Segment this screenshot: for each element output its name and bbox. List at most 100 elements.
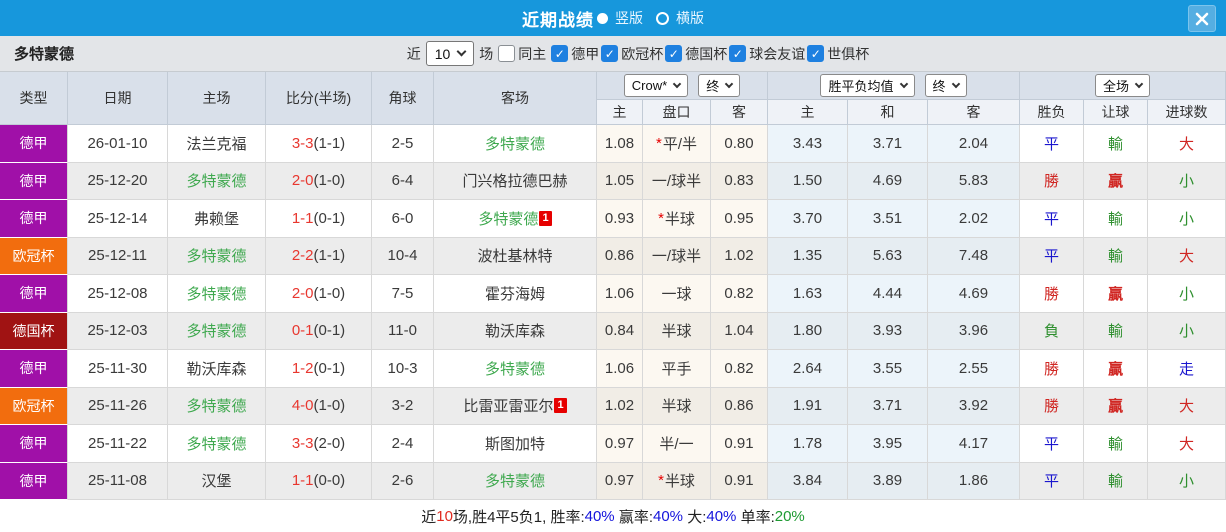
odds-away: 0.80: [711, 125, 768, 163]
checkbox-checked-icon: [551, 45, 569, 62]
odds-company-time-select[interactable]: 终: [698, 74, 741, 97]
avg-win: 3.70: [768, 200, 848, 238]
star-icon: *: [658, 472, 664, 490]
filter-league-德国杯[interactable]: 德国杯: [665, 44, 727, 64]
radio-vertical-layout[interactable]: [597, 12, 608, 24]
match-date: 25-12-03: [68, 312, 168, 350]
filter-league-欧冠杯[interactable]: 欧冠杯: [601, 44, 663, 64]
team-name: 多特蒙德: [186, 173, 247, 191]
league-filter-label: 德国杯: [685, 45, 728, 62]
home-team: 多特蒙德: [168, 162, 266, 200]
team-name: 门兴格拉德巴赫: [462, 173, 568, 191]
league-badge: 德甲: [0, 162, 68, 200]
half-time-score: (1-0): [313, 172, 346, 190]
league-badge: 欧冠杯: [0, 387, 68, 425]
subcol-avg-lose: 客: [928, 100, 1020, 125]
near-label: 近: [406, 45, 421, 62]
league-filter-label: 球会友谊: [749, 45, 806, 62]
match-date: 25-11-26: [68, 387, 168, 425]
home-team: 多特蒙德: [168, 425, 266, 463]
handicap: * 半球: [643, 200, 711, 238]
avg-draw: 5.63: [848, 237, 928, 275]
table-row: 德甲 25-12-20 多特蒙德 2-0 (1-0) 6-4 门兴格拉德巴赫 1.05 一/球半…: [0, 162, 1226, 200]
chevron-down-icon: [724, 79, 734, 88]
avg-lose: 2.55: [928, 350, 1020, 388]
half-time-score: (1-1): [313, 247, 346, 265]
filter-league-球会友谊[interactable]: 球会友谊: [729, 44, 805, 64]
filter-league-世俱杯[interactable]: 世俱杯: [807, 44, 869, 64]
result-handicap: 輸: [1084, 425, 1148, 463]
result-handicap: 贏: [1084, 387, 1148, 425]
avg-win: 2.64: [768, 350, 848, 388]
close-button[interactable]: [1188, 5, 1216, 32]
match-date: 25-12-08: [68, 275, 168, 313]
scope-select[interactable]: 全场: [1094, 74, 1150, 97]
score: 0-1 (0-1): [266, 312, 372, 350]
result-goals: 大: [1148, 425, 1226, 463]
team-name: 多特蒙德: [484, 135, 545, 153]
chevron-down-icon: [951, 79, 960, 88]
odds-company-select[interactable]: Crow*: [623, 74, 689, 97]
handicap: 一球: [643, 275, 711, 313]
summary-segment: 10: [436, 507, 453, 525]
team-name: 波杜基林特: [477, 248, 553, 266]
match-date: 25-11-30: [68, 350, 168, 388]
result-goals: 小: [1148, 200, 1226, 238]
handicap: * 半球: [643, 462, 711, 500]
odds-company-group: Crow* 终: [597, 72, 768, 100]
filter-bar: 多特蒙德 近 10 场 同主 德甲 欧冠杯 德国杯 球会友谊 世俱杯: [0, 36, 1226, 72]
result-handicap: 贏: [1084, 275, 1148, 313]
score: 4-0 (1-0): [266, 387, 372, 425]
match-count-select[interactable]: 10: [425, 41, 475, 66]
result-outcome: 勝: [1020, 162, 1084, 200]
league-badge: 德甲: [0, 425, 68, 463]
page-title: 近期战绩: [522, 10, 594, 30]
avg-lose: 4.17: [928, 425, 1020, 463]
handicap: * 平/半: [643, 125, 711, 163]
avg-draw: 4.69: [848, 162, 928, 200]
team-name: 比雷亚雷亚尔: [463, 398, 554, 416]
handicap-value: 半球: [661, 323, 692, 341]
home-team: 法兰克福: [168, 125, 266, 163]
league-badge: 德甲: [0, 200, 68, 238]
result-goals: 走: [1148, 350, 1226, 388]
avg-lose: 4.69: [928, 275, 1020, 313]
away-team: 勒沃库森: [434, 312, 597, 350]
score: 2-2 (1-1): [266, 237, 372, 275]
col-header-corners: 角球: [372, 72, 434, 125]
corners: 11-0: [372, 312, 434, 350]
filter-same-home[interactable]: 同主: [498, 44, 546, 64]
result-outcome: 平: [1020, 462, 1084, 500]
filter-league-德甲[interactable]: 德甲: [551, 44, 599, 64]
scope-group: 全场: [1020, 72, 1226, 100]
home-team: 弗赖堡: [168, 200, 266, 238]
result-goals: 小: [1148, 312, 1226, 350]
avg-lose: 5.83: [928, 162, 1020, 200]
odds-company-value: Crow*: [631, 78, 668, 93]
summary-bar: 近 10 场,胜4平5负1, 胜率: 40% 赢率: 40% 大: 40% 单率: 20%: [0, 500, 1226, 532]
avg-odds-select[interactable]: 胜平负均值: [820, 74, 915, 97]
result-outcome: 勝: [1020, 387, 1084, 425]
avg-odds-time-select[interactable]: 终: [924, 74, 967, 97]
team-name: 多特蒙德: [186, 435, 247, 453]
match-date: 25-11-22: [68, 425, 168, 463]
table-row: 德甲 25-12-14 弗赖堡 1-1 (0-1) 6-0 多特蒙德 1 0.93 * 半球 0.95…: [0, 200, 1226, 238]
odds-away: 0.82: [711, 275, 768, 313]
league-badge: 欧冠杯: [0, 237, 68, 275]
radio-horizontal-layout[interactable]: [656, 11, 669, 25]
odds-away: 1.02: [711, 237, 768, 275]
avg-win: 1.63: [768, 275, 848, 313]
team-name: 多特蒙德: [186, 398, 247, 416]
vertical-layout-label: 竖版: [615, 10, 643, 26]
result-handicap: 輸: [1084, 462, 1148, 500]
table-row: 德甲 25-11-08 汉堡 1-1 (0-0) 2-6 多特蒙德 0.97 * 半球 0.91 3.…: [0, 462, 1226, 500]
handicap: 平手: [643, 350, 711, 388]
avg-odds-value: 胜平负均值: [828, 79, 894, 94]
col-header-type: 类型: [0, 72, 68, 125]
corners: 10-3: [372, 350, 434, 388]
away-team: 多特蒙德: [434, 125, 597, 163]
avg-draw: 3.89: [848, 462, 928, 500]
summary-segment: 赢率:: [614, 508, 653, 526]
odds-away: 0.95: [711, 200, 768, 238]
league-filter-label: 德甲: [571, 45, 600, 62]
